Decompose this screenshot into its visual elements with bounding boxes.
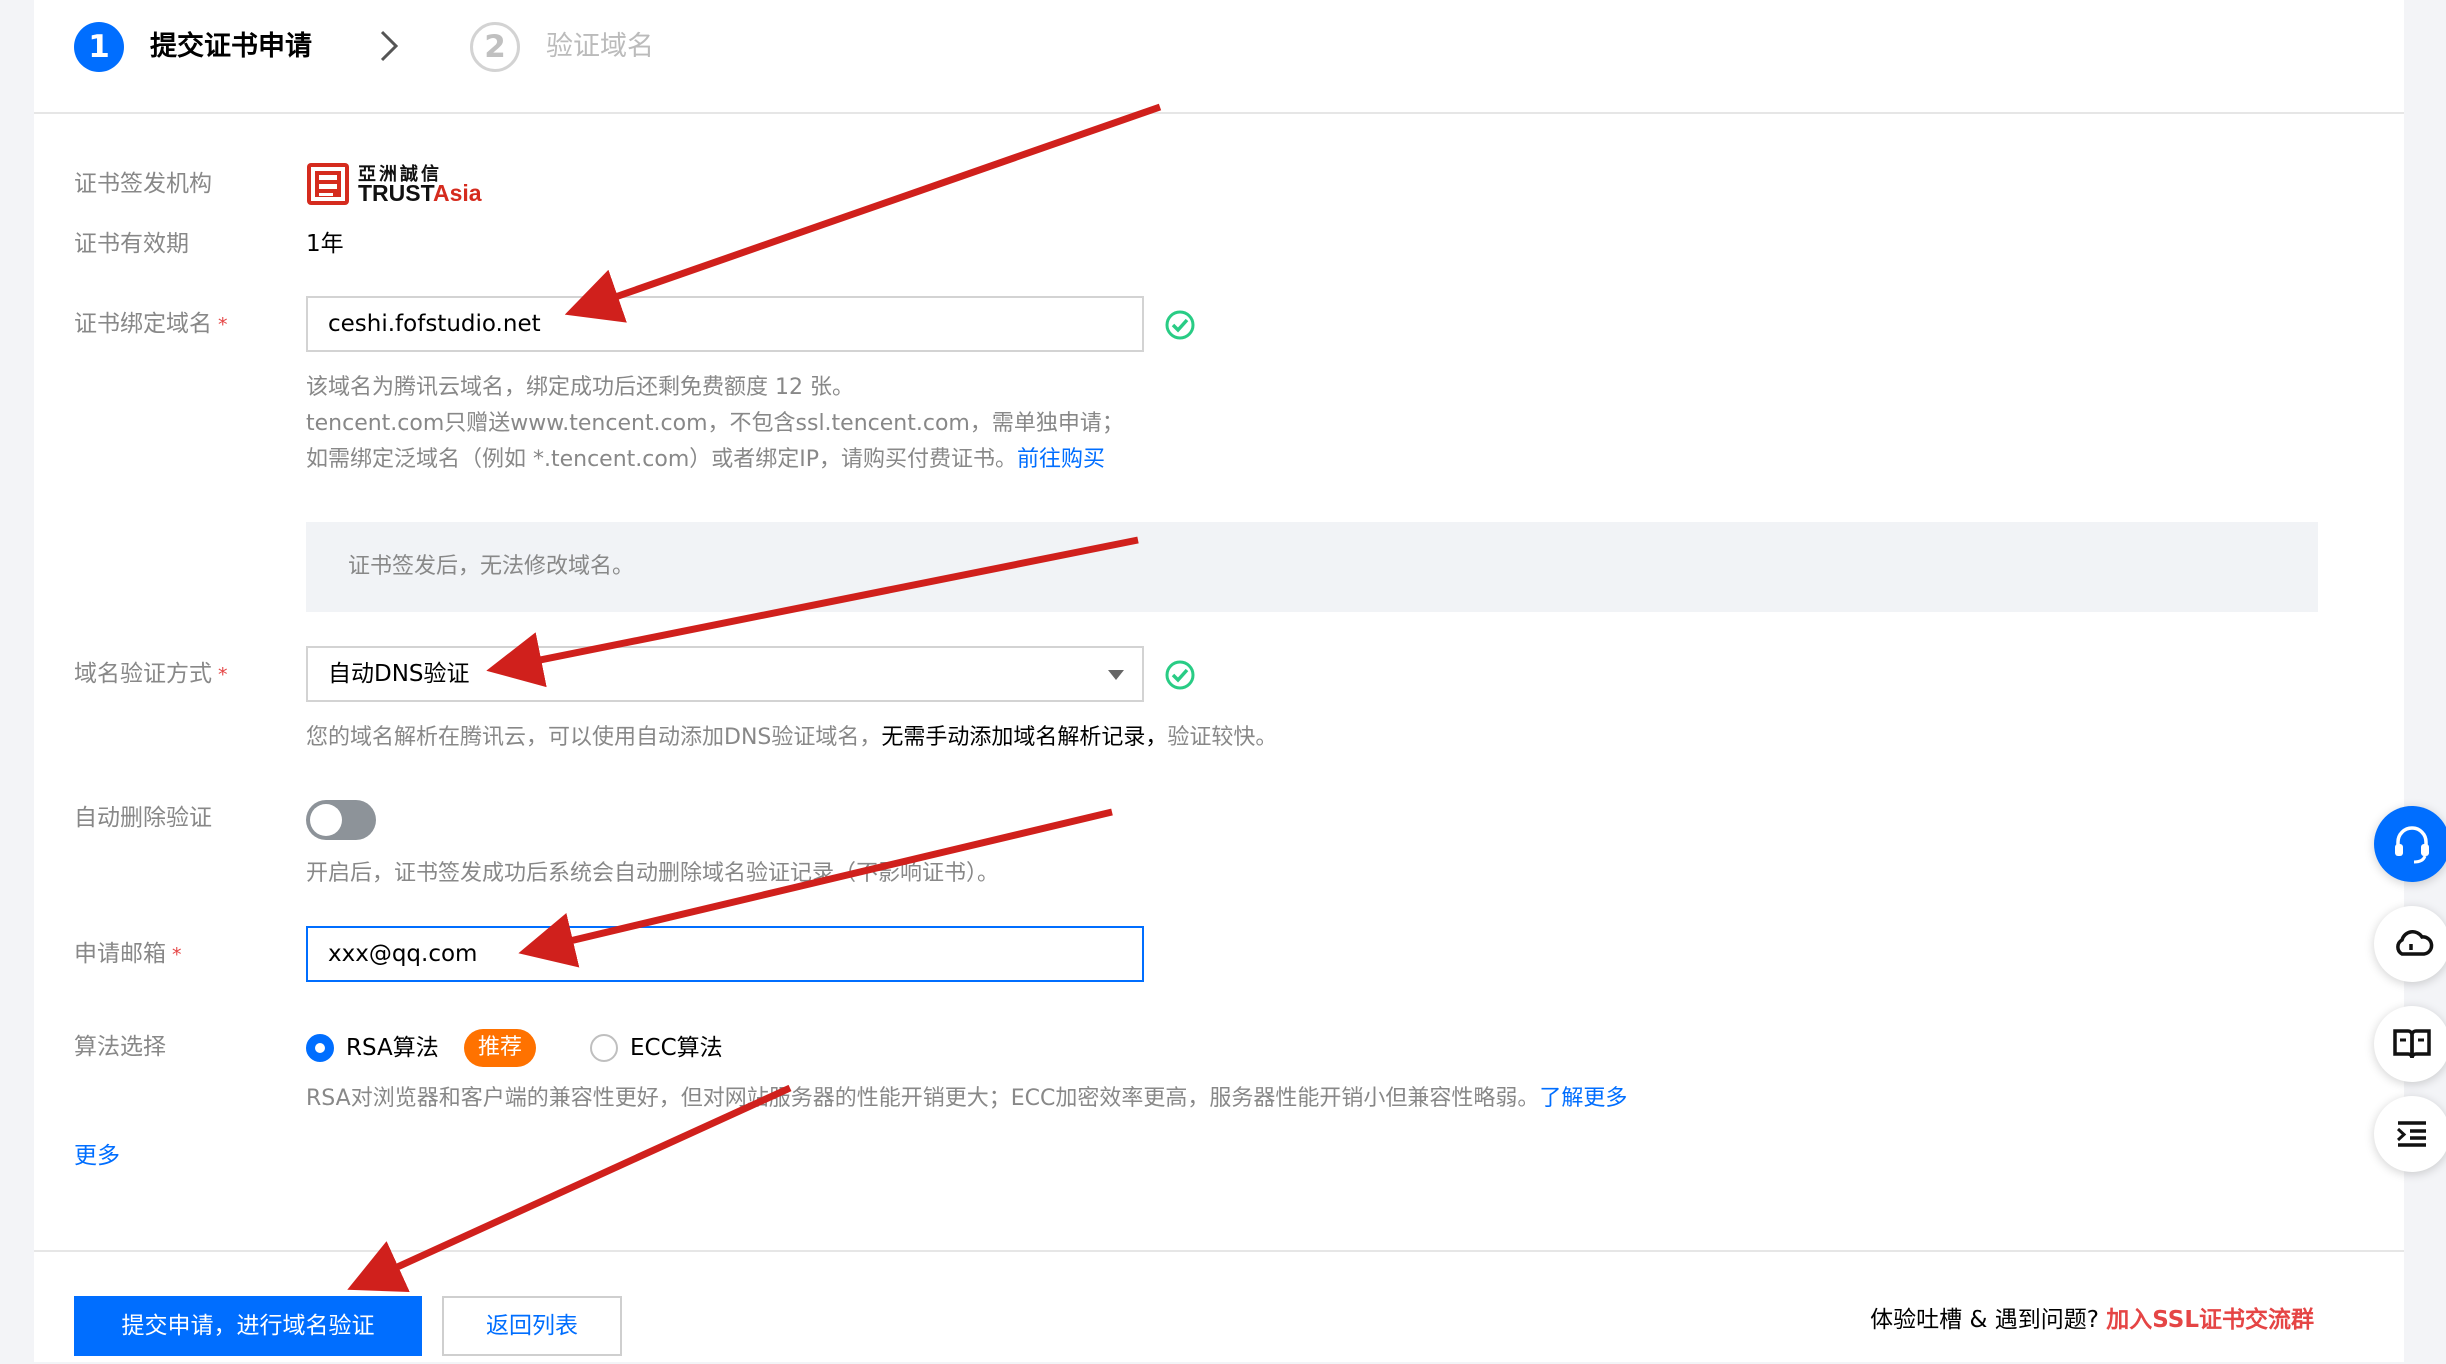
- feedback-text: 体验吐槽 & 遇到问题? 加入SSL证书交流群: [1870, 1307, 2314, 1333]
- step-1-number: 1: [74, 22, 124, 72]
- step-indicator: 1 提交证书申请 2 验证域名: [34, 0, 2404, 114]
- certificate-apply-panel: 1 提交证书申请 2 验证域名 证书签发机构 亞洲誠信 TRUSTAsia 证书…: [34, 0, 2404, 1362]
- more-link[interactable]: 更多: [74, 1140, 120, 1172]
- step-2-label: 验证域名: [546, 31, 654, 62]
- rsa-radio[interactable]: [306, 1034, 334, 1062]
- learn-more-link[interactable]: 了解更多: [1539, 1086, 1627, 1111]
- headset-icon: [2395, 826, 2429, 864]
- verify-method-value: 自动DNS验证: [328, 661, 470, 687]
- domain-notice: 证书签发后，无法修改域名。: [306, 522, 2318, 612]
- domain-hint-1: 该域名为腾讯云域名，绑定成功后还剩免费额度 12 张。: [306, 375, 854, 400]
- check-circle-icon: [1165, 660, 1195, 690]
- auto-delete-label: 自动删除验证: [74, 805, 212, 831]
- algorithm-label: 算法选择: [74, 1034, 166, 1060]
- algorithm-hint: RSA对浏览器和客户端的兼容性更好，但对网站服务器的性能开销更大；ECC加密效率…: [306, 1086, 1628, 1111]
- email-input[interactable]: xxx@qq.com: [306, 926, 1144, 982]
- domain-hint-3: 如需绑定泛域名（例如 *.tencent.com）或者绑定IP，请购买付费证书。…: [306, 447, 1106, 472]
- issuer-label: 证书签发机构: [74, 171, 212, 197]
- trustasia-logo-en: TRUSTAsia: [358, 180, 482, 206]
- auto-delete-hint: 开启后，证书签发成功后系统会自动删除域名验证记录（不影响证书）。: [306, 861, 1000, 886]
- verify-method-select[interactable]: 自动DNS验证: [306, 646, 1144, 702]
- docs-float-button[interactable]: [2374, 1006, 2446, 1082]
- validity-label: 证书有效期: [74, 231, 189, 257]
- cloud-notify-float-button[interactable]: [2374, 906, 2446, 982]
- book-icon: [2393, 1029, 2431, 1059]
- email-label: 申请邮箱 *: [74, 941, 182, 967]
- cloud-bell-icon: [2396, 930, 2434, 956]
- check-circle-icon: [1165, 310, 1195, 340]
- list-indent-icon: [2396, 1121, 2426, 1147]
- rsa-radio-label[interactable]: RSA算法: [346, 1032, 439, 1064]
- ecc-radio[interactable]: [590, 1034, 618, 1062]
- ecc-radio-label[interactable]: ECC算法: [630, 1032, 723, 1064]
- validity-value: 1年: [306, 231, 344, 257]
- recommended-badge: 推荐: [464, 1029, 537, 1067]
- caret-down-icon: [1108, 670, 1124, 680]
- join-group-link[interactable]: 加入SSL证书交流群: [2106, 1307, 2314, 1333]
- step-2-number: 2: [470, 22, 520, 72]
- back-to-list-button[interactable]: 返回列表: [442, 1296, 622, 1356]
- submit-button[interactable]: 提交申请，进行域名验证: [74, 1296, 422, 1356]
- domain-label: 证书绑定域名 *: [74, 311, 228, 337]
- outline-float-button[interactable]: [2374, 1096, 2446, 1172]
- verify-method-label: 域名验证方式 *: [74, 661, 228, 687]
- domain-hint-2: tencent.com只赠送www.tencent.com，不包含ssl.ten…: [306, 411, 1124, 436]
- verify-method-hint: 您的域名解析在腾讯云，可以使用自动添加DNS验证域名，无需手动添加域名解析记录，…: [306, 725, 1278, 750]
- auto-delete-toggle[interactable]: [306, 800, 376, 840]
- toggle-knob: [310, 804, 342, 836]
- chevron-right-icon: [380, 30, 399, 62]
- trustasia-seal-icon: [307, 163, 349, 205]
- trustasia-logo: 亞洲誠信 TRUSTAsia: [306, 162, 546, 208]
- domain-input[interactable]: ceshi.fofstudio.net: [306, 296, 1144, 352]
- support-float-button[interactable]: [2374, 806, 2446, 882]
- buy-link[interactable]: 前往购买: [1017, 447, 1105, 472]
- step-1-label: 提交证书申请: [150, 31, 312, 62]
- footer-bar: 提交申请，进行域名验证 返回列表 体验吐槽 & 遇到问题? 加入SSL证书交流群: [34, 1250, 2404, 1364]
